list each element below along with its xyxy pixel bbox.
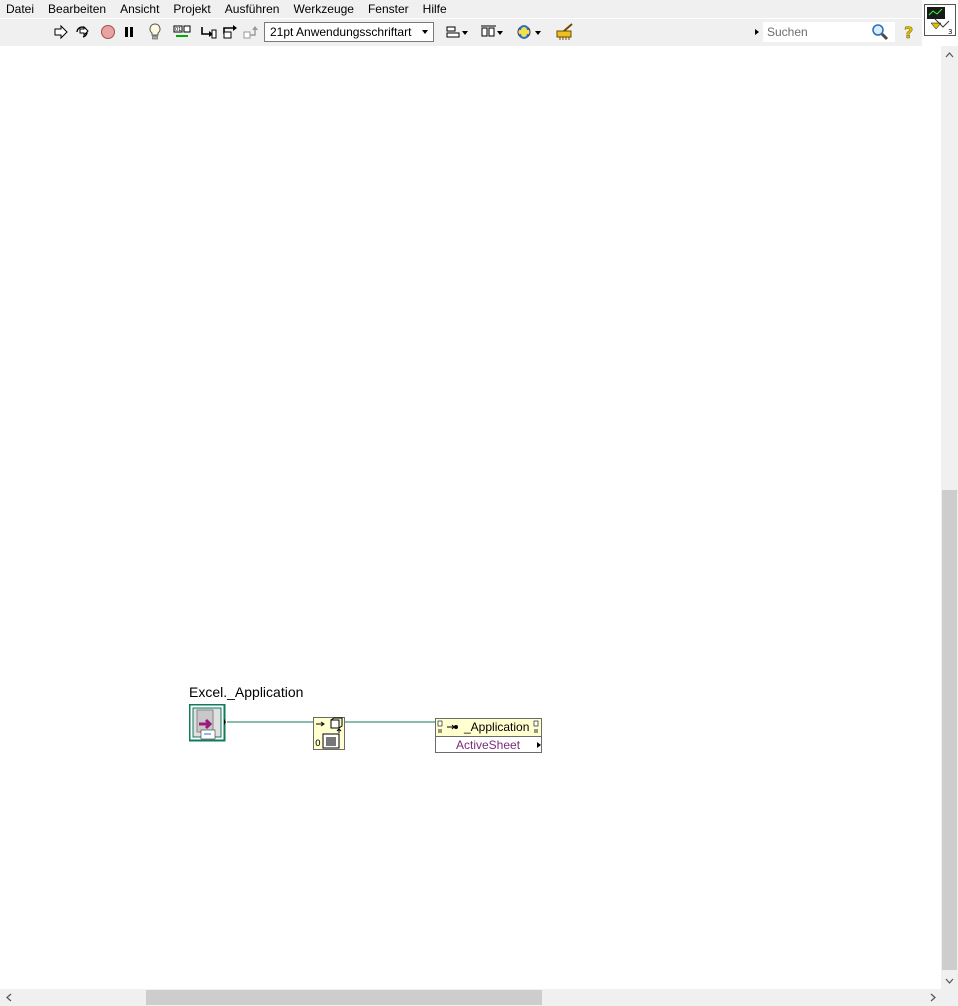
svg-text:0: 0: [315, 739, 321, 749]
wires-layer: [227, 721, 436, 723]
chevron-left-icon: [5, 993, 11, 1002]
property-node-class: _Application: [464, 720, 530, 734]
vertical-scrollbar[interactable]: [941, 46, 958, 989]
vertical-scroll-thumb[interactable]: [942, 490, 957, 970]
property-output-arrow-icon: [537, 742, 541, 748]
chevron-right-icon: [930, 993, 936, 1002]
refnum-terminal-icon: [437, 720, 458, 733]
scrollbar-corner: [941, 989, 958, 1006]
chevron-down-icon: [945, 978, 954, 984]
scroll-down-button[interactable]: [941, 972, 958, 989]
scroll-left-button[interactable]: [0, 989, 17, 1006]
property-node[interactable]: _Application ActiveSheet: [435, 718, 542, 753]
property-activesheet[interactable]: ActiveSheet: [456, 738, 520, 752]
to-more-specific-class-icon: 0: [313, 717, 345, 750]
to-more-specific-class-node[interactable]: 0: [313, 717, 345, 750]
refnum-out-terminal-icon: [533, 720, 539, 733]
scroll-up-button[interactable]: [941, 46, 958, 63]
property-node-header: _Application: [436, 719, 541, 737]
scroll-right-button[interactable]: [924, 989, 941, 1006]
chevron-up-icon: [945, 51, 954, 57]
horizontal-scrollbar[interactable]: [0, 989, 941, 1006]
horizontal-scroll-thumb[interactable]: [146, 990, 542, 1005]
